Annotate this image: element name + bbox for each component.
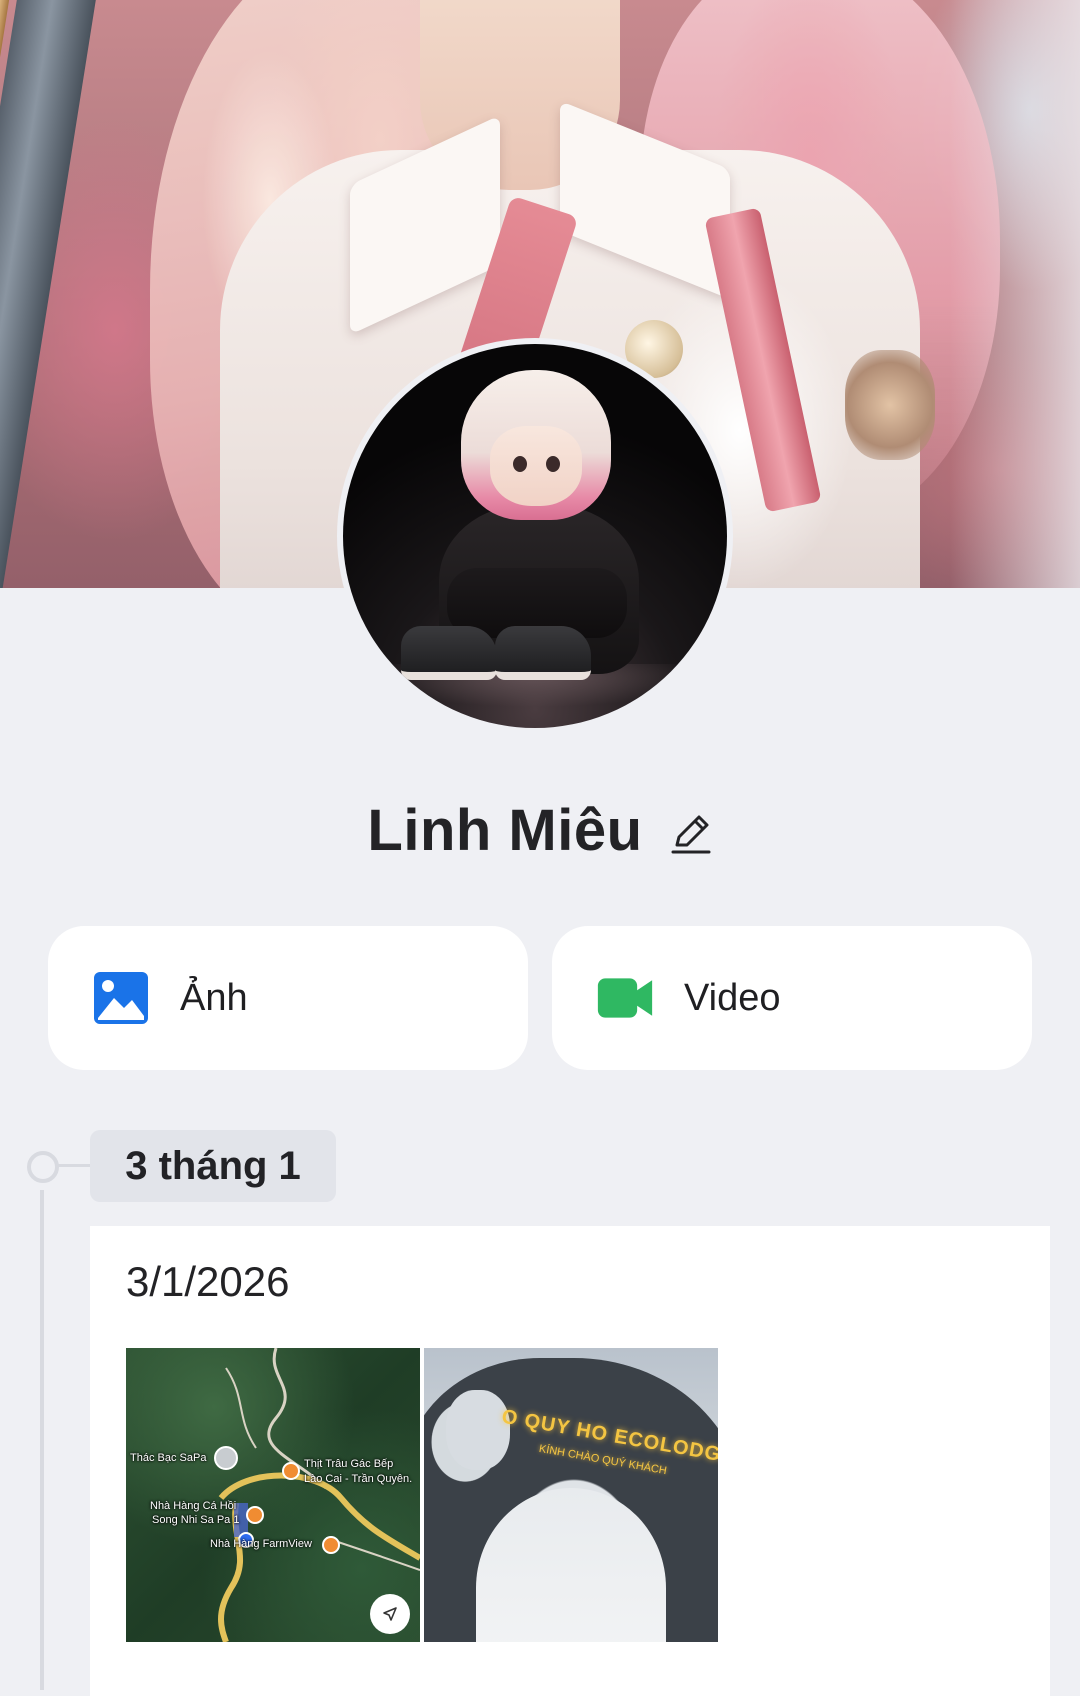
avatar-decor: [513, 456, 527, 472]
timeline-post[interactable]: 3/1/2026 Thác Bạc SaPa Thịt Trâu Gác Bếp…: [90, 1226, 1050, 1696]
map-label: Lào Cai - Trần Quyên.: [304, 1473, 413, 1485]
navigation-arrow-icon: [383, 1607, 397, 1621]
photos-button[interactable]: Ảnh: [48, 926, 528, 1070]
edit-pencil-icon[interactable]: [669, 811, 713, 855]
cover-decor: [0, 0, 98, 588]
avatar-image: [343, 344, 727, 728]
avatar-decor: [546, 456, 560, 472]
map-pin-icon: [246, 1506, 264, 1524]
timeline-line: [40, 1190, 44, 1690]
profile-name-row: Linh Miêu: [0, 790, 1080, 870]
photo-icon: [94, 972, 148, 1024]
photo-decor: [446, 1390, 510, 1470]
cover-decor: [845, 350, 935, 460]
map-place-icon: [214, 1446, 238, 1470]
video-camera-icon: [597, 978, 653, 1018]
timeline-dot: [27, 1151, 59, 1183]
map-roads: [218, 1348, 420, 1642]
navigation-button[interactable]: [370, 1594, 410, 1634]
videos-button-label: Video: [684, 976, 781, 1019]
cover-decor: [950, 0, 1080, 588]
map-label: Nhà Hàng FarmView: [210, 1538, 312, 1550]
post-thumbnail-map[interactable]: Thác Bạc SaPa Thịt Trâu Gác Bếp Lào Cai …: [126, 1348, 420, 1642]
map-pin-icon: [282, 1462, 300, 1480]
timeline-connector: [55, 1164, 91, 1167]
profile-name: Linh Miêu: [367, 797, 643, 863]
map-label: Thác Bạc SaPa: [130, 1452, 207, 1464]
map-label: Thịt Trâu Gác Bếp: [304, 1458, 394, 1470]
post-date: 3/1/2026: [126, 1258, 290, 1305]
avatar-decor: [495, 626, 591, 680]
map-label: Song Nhi Sa Pa 1: [152, 1514, 240, 1526]
map-pin-icon: [322, 1536, 340, 1554]
timeline-date-chip: 3 tháng 1: [90, 1130, 336, 1202]
photos-button-label: Ảnh: [180, 976, 248, 1019]
post-thumbnail-photo[interactable]: O QUY HO ECOLODGE KÍNH CHÀO QUÝ KHÁCH: [424, 1348, 718, 1642]
videos-button[interactable]: Video: [552, 926, 1032, 1070]
avatar-decor: [490, 426, 582, 506]
profile-avatar[interactable]: [337, 338, 733, 734]
map-label: Nhà Hàng Cá Hồi: [150, 1500, 237, 1512]
avatar-decor: [401, 626, 497, 680]
